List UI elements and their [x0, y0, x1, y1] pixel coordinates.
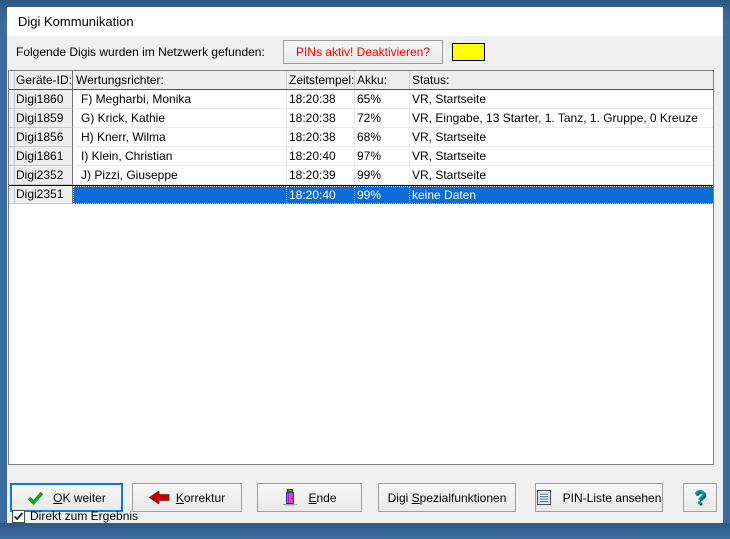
- cell-battery: 68%: [355, 128, 410, 147]
- direkt-zum-ergebnis-checkbox[interactable]: [12, 510, 25, 523]
- cell-judge: H) Knerr, Wilma: [73, 128, 287, 147]
- cell-device-id: Digi2351: [15, 186, 73, 204]
- header-judge: Wertungsrichter:: [73, 71, 287, 89]
- table-row[interactable]: Digi1859 G) Krick, Kathie 18:20:38 72% V…: [9, 109, 713, 128]
- cell-judge: [73, 186, 287, 204]
- cell-judge: G) Krick, Kathie: [73, 109, 287, 128]
- arrow-left-icon: [149, 463, 170, 532]
- cell-battery: 97%: [355, 147, 410, 166]
- table-row[interactable]: Digi1860 F) Megharbi, Monika 18:20:38 65…: [9, 90, 713, 109]
- cell-timestamp: 18:20:38: [287, 109, 355, 128]
- pins-deactivate-button[interactable]: PINs aktiv! Deaktivieren?: [283, 40, 443, 64]
- cell-status: VR, Startseite: [410, 128, 713, 147]
- header-status: Status:: [410, 71, 713, 89]
- header-device-id: Geräte-ID:: [15, 71, 73, 89]
- checkbox-label: Direkt zum Ergebnis: [30, 509, 138, 524]
- checkmark-icon: [13, 511, 24, 522]
- cell-device-id: Digi1856: [15, 128, 73, 147]
- cell-judge: F) Megharbi, Monika: [73, 90, 287, 109]
- cell-battery: 65%: [355, 90, 410, 109]
- cell-timestamp: 18:20:40: [287, 147, 355, 166]
- cell-device-id: Digi1861: [15, 147, 73, 166]
- table-row[interactable]: Digi1861 I) Klein, Christian 18:20:40 97…: [9, 147, 713, 166]
- ok-weiter-button[interactable]: OK weiter: [10, 483, 123, 512]
- cell-device-id: Digi2352: [15, 166, 73, 185]
- header-timestamp: Zeitstempel:: [287, 71, 355, 89]
- window-title: Digi Kommunikation: [18, 7, 134, 36]
- ende-button[interactable]: Ende: [257, 483, 362, 512]
- cell-device-id: Digi1859: [15, 109, 73, 128]
- devices-table[interactable]: Geräte-ID: Wertungsrichter: Zeitstempel:…: [8, 70, 714, 465]
- cell-battery: 72%: [355, 109, 410, 128]
- cell-status: VR, Startseite: [410, 166, 713, 185]
- window-frame: Digi Kommunikation Folgende Digis wurden…: [0, 0, 730, 539]
- cell-timestamp: 18:20:38: [287, 128, 355, 147]
- cell-battery: 99%: [355, 186, 410, 204]
- cell-timestamp: 18:20:38: [287, 90, 355, 109]
- header-battery: Akku:: [355, 71, 410, 89]
- cell-judge: J) Pizzi, Giuseppe: [73, 166, 287, 185]
- window-bottom-border: [0, 523, 730, 539]
- korrektur-button[interactable]: Korrektur: [132, 483, 242, 512]
- pin-liste-ansehen-button[interactable]: PIN-Liste ansehen: [535, 483, 663, 512]
- cell-timestamp: 18:20:40: [287, 186, 355, 204]
- cell-battery: 99%: [355, 166, 410, 185]
- cell-status: VR, Startseite: [410, 147, 713, 166]
- table-header-row: Geräte-ID: Wertungsrichter: Zeitstempel:…: [9, 71, 713, 90]
- help-button[interactable]: ?: [683, 483, 717, 512]
- cell-device-id: Digi1860: [15, 90, 73, 109]
- cell-status: VR, Eingabe, 13 Starter, 1. Tanz, 1. Gru…: [410, 109, 713, 128]
- digi-spezialfunktionen-button[interactable]: Digi Spezialfunktionen: [378, 483, 516, 512]
- table-row[interactable]: Digi2352 J) Pizzi, Giuseppe 18:20:39 99%…: [9, 166, 713, 185]
- cell-judge: I) Klein, Christian: [73, 147, 287, 166]
- table-row-selected[interactable]: Digi2351 18:20:40 99% keine Daten: [9, 185, 713, 204]
- pin-status-swatch: [452, 43, 485, 61]
- found-devices-label: Folgende Digis wurden im Netzwerk gefund…: [16, 44, 265, 60]
- cell-status: keine Daten: [410, 186, 713, 204]
- cell-timestamp: 18:20:39: [287, 166, 355, 185]
- cell-status: VR, Startseite: [410, 90, 713, 109]
- question-mark-icon: ?: [694, 488, 706, 508]
- table-row[interactable]: Digi1856 H) Knerr, Wilma 18:20:38 68% VR…: [9, 128, 713, 147]
